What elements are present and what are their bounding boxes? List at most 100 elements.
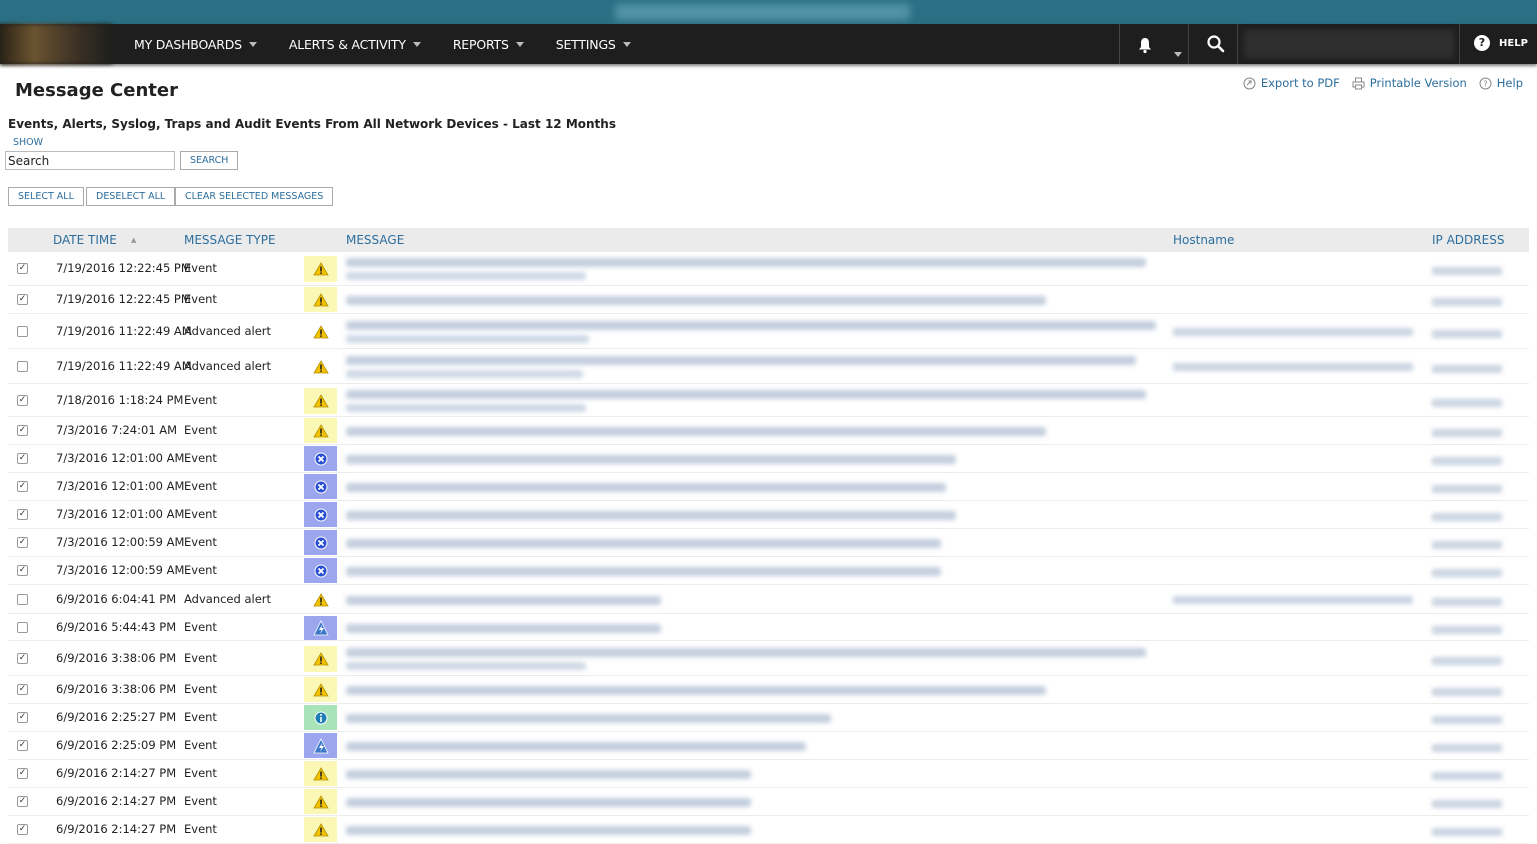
search-input[interactable] xyxy=(5,151,175,170)
row-message-type: Event xyxy=(184,535,217,549)
row-checkbox[interactable]: ✓ xyxy=(17,453,28,464)
table-row[interactable]: ✓ 7/3/2016 12:01:00 AM Event xyxy=(8,501,1529,529)
warning-icon xyxy=(304,418,337,443)
select-all-button[interactable]: SELECT ALL xyxy=(8,187,84,206)
message-text-redacted xyxy=(346,321,1156,330)
col-message-type[interactable]: MESSAGE TYPE xyxy=(184,233,276,247)
help-link[interactable]: ? Help xyxy=(1479,76,1523,90)
message-text-redacted xyxy=(346,272,586,280)
ip-address-redacted xyxy=(1432,657,1502,665)
row-checkbox[interactable]: ✓ xyxy=(17,684,28,695)
row-checkbox[interactable]: ✓ xyxy=(17,481,28,492)
row-checkbox[interactable]: ✓ xyxy=(17,712,28,723)
row-checkbox[interactable]: ✓ xyxy=(17,796,28,807)
export-pdf-link[interactable]: Export to PDF xyxy=(1243,76,1340,90)
table-row[interactable]: ✓ 7/19/2016 12:22:45 PM Event xyxy=(8,252,1529,286)
top-banner xyxy=(0,0,1537,24)
table-row[interactable]: ✓ 6/9/2016 3:38:06 PM Event xyxy=(8,676,1529,704)
table-row[interactable]: ✓ 6/9/2016 2:14:27 PM Event xyxy=(8,788,1529,816)
notifications-bell-icon[interactable] xyxy=(1136,36,1156,54)
printable-version-link[interactable]: Printable Version xyxy=(1352,76,1467,90)
table-row[interactable]: ✓ 6/9/2016 2:14:27 PM Event xyxy=(8,760,1529,788)
row-checkbox[interactable]: ✓ xyxy=(17,537,28,548)
row-date-time: 6/9/2016 2:25:27 PM xyxy=(56,710,177,724)
row-checkbox[interactable] xyxy=(17,326,28,337)
message-text-redacted xyxy=(346,483,946,492)
row-checkbox[interactable]: ✓ xyxy=(17,425,28,436)
show-label[interactable]: SHOW xyxy=(13,137,43,148)
table-row[interactable]: 7/19/2016 11:22:49 AM Advanced alert xyxy=(8,314,1529,349)
row-checkbox[interactable]: ✓ xyxy=(17,768,28,779)
row-checkbox[interactable]: ✓ xyxy=(17,824,28,835)
nav-divider xyxy=(1188,24,1189,64)
nav-divider xyxy=(1237,24,1238,64)
row-date-time: 7/3/2016 12:00:59 AM xyxy=(56,563,185,577)
message-text-redacted xyxy=(346,335,589,343)
search-icon[interactable] xyxy=(1206,34,1226,54)
hostname-redacted xyxy=(1173,596,1413,604)
row-message-type: Advanced alert xyxy=(184,324,272,338)
table-row[interactable]: ✓ 7/3/2016 12:00:59 AM Event xyxy=(8,529,1529,557)
row-checkbox[interactable]: ✓ xyxy=(17,565,28,576)
col-ip-address[interactable]: IP ADDRESS xyxy=(1432,233,1504,247)
table-row[interactable]: ✓ 6/9/2016 3:38:06 PM Event xyxy=(8,641,1529,676)
critical-icon xyxy=(304,446,337,471)
row-checkbox[interactable] xyxy=(17,594,28,605)
nav-menu: MY DASHBOARDS ALERTS & ACTIVITY REPORTS … xyxy=(134,24,663,64)
page-actions: Export to PDF Printable Version ? Help xyxy=(1231,76,1523,90)
user-account-redacted[interactable] xyxy=(1244,30,1454,58)
warning-icon xyxy=(304,388,337,414)
nav-my-dashboards[interactable]: MY DASHBOARDS xyxy=(134,37,257,52)
table-row[interactable]: ✓ 7/3/2016 12:01:00 AM Event xyxy=(8,473,1529,501)
warning-icon xyxy=(304,761,337,786)
row-message-type: Event xyxy=(184,794,217,808)
row-checkbox[interactable]: ✓ xyxy=(17,263,28,274)
nav-settings[interactable]: SETTINGS xyxy=(556,37,631,52)
chevron-down-icon xyxy=(248,41,257,47)
brand-logo[interactable] xyxy=(0,24,112,64)
col-hostname[interactable]: Hostname xyxy=(1173,233,1234,247)
row-date-time: 7/18/2016 1:18:24 PM xyxy=(56,393,184,407)
table-row[interactable]: ✓ 7/19/2016 12:22:45 PM Event xyxy=(8,286,1529,314)
table-row[interactable]: ✓ 6/9/2016 2:25:27 PM Event xyxy=(8,704,1529,732)
nav-reports[interactable]: REPORTS xyxy=(453,37,524,52)
warning-icon xyxy=(304,319,337,345)
critical-icon xyxy=(304,474,337,499)
table-row[interactable]: 6/9/2016 5:44:43 PM Event xyxy=(8,614,1529,641)
table-row[interactable]: ✓ 7/3/2016 12:00:59 AM Event xyxy=(8,557,1529,585)
message-text-redacted xyxy=(346,296,1046,305)
row-checkbox[interactable]: ✓ xyxy=(17,509,28,520)
row-checkbox[interactable] xyxy=(17,622,28,633)
table-row[interactable]: 6/9/2016 6:04:41 PM Advanced alert xyxy=(8,585,1529,614)
warning-icon xyxy=(304,256,337,282)
deselect-all-button[interactable]: DESELECT ALL xyxy=(86,187,176,206)
table-row[interactable]: ✓ 7/3/2016 12:01:00 AM Event xyxy=(8,445,1529,473)
page-subtitle: Events, Alerts, Syslog, Traps and Audit … xyxy=(8,117,616,131)
printer-icon xyxy=(1352,77,1365,89)
message-text-redacted xyxy=(346,826,751,835)
help-button[interactable]: ? HELP xyxy=(1474,35,1528,51)
nav-alerts-activity[interactable]: ALERTS & ACTIVITY xyxy=(289,37,421,52)
col-message[interactable]: MESSAGE xyxy=(346,233,404,247)
row-date-time: 6/9/2016 2:14:27 PM xyxy=(56,766,177,780)
chevron-down-icon xyxy=(1174,52,1182,57)
search-button[interactable]: SEARCH xyxy=(180,151,239,170)
table-row[interactable]: ✓ 7/18/2016 1:18:24 PM Event xyxy=(8,384,1529,417)
table-row[interactable]: ✓ 7/3/2016 7:24:01 AM Event xyxy=(8,417,1529,445)
row-checkbox[interactable]: ✓ xyxy=(17,653,28,664)
row-checkbox[interactable]: ✓ xyxy=(17,740,28,751)
table-row[interactable]: ✓ 6/9/2016 2:25:09 PM Event xyxy=(8,732,1529,760)
row-checkbox[interactable] xyxy=(17,361,28,372)
row-checkbox[interactable]: ✓ xyxy=(17,294,28,305)
warning-icon xyxy=(304,287,337,312)
col-date-time[interactable]: DATE TIME xyxy=(53,233,117,247)
ip-address-redacted xyxy=(1432,800,1502,808)
clear-selected-button[interactable]: CLEAR SELECTED MESSAGES xyxy=(175,187,334,206)
table-row[interactable]: ✓ 6/9/2016 2:14:27 PM Event xyxy=(8,816,1529,844)
row-checkbox[interactable]: ✓ xyxy=(17,395,28,406)
notifications-dropdown[interactable] xyxy=(1167,42,1182,61)
table-row[interactable]: 7/19/2016 11:22:49 AM Advanced alert xyxy=(8,349,1529,384)
warning-icon xyxy=(304,354,337,380)
chevron-down-icon xyxy=(515,41,524,47)
hostname-redacted xyxy=(1173,328,1413,336)
